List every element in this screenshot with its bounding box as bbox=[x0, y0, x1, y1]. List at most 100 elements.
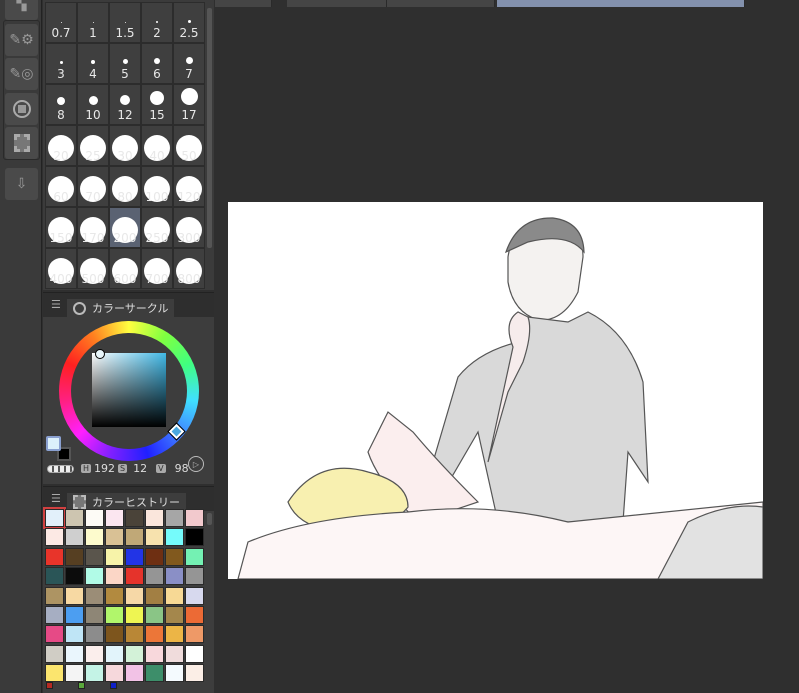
brush-size-600[interactable]: 600 bbox=[109, 248, 141, 289]
brush-size-200[interactable]: 200 bbox=[109, 207, 141, 248]
color-swatch[interactable] bbox=[105, 547, 124, 566]
brush-size-12[interactable]: 12 bbox=[109, 84, 141, 125]
brush-size-30[interactable]: 30 bbox=[109, 125, 141, 166]
brush-size-300[interactable]: 300 bbox=[173, 207, 205, 248]
brush-size-17[interactable]: 17 bbox=[173, 84, 205, 125]
color-swatch[interactable] bbox=[165, 664, 184, 683]
brush-size-6[interactable]: 6 bbox=[141, 43, 173, 84]
color-swatch[interactable] bbox=[145, 586, 164, 605]
color-swatch[interactable] bbox=[165, 606, 184, 624]
color-swatch[interactable] bbox=[185, 664, 204, 683]
brush-size-3[interactable]: 3 bbox=[45, 43, 77, 84]
brush-size-7[interactable]: 7 bbox=[173, 43, 205, 84]
color-swatch[interactable] bbox=[65, 509, 84, 527]
color-swatch[interactable] bbox=[185, 606, 204, 624]
color-swatch[interactable] bbox=[145, 528, 164, 547]
color-swatch[interactable] bbox=[65, 644, 84, 663]
document-tab[interactable] bbox=[215, 0, 272, 7]
color-swatch[interactable] bbox=[85, 509, 104, 527]
color-swatch[interactable] bbox=[45, 547, 64, 566]
color-circle-button[interactable] bbox=[5, 93, 38, 125]
color-swatch[interactable] bbox=[45, 567, 64, 586]
brush-size-1[interactable]: 1 bbox=[77, 2, 109, 43]
color-swatch[interactable] bbox=[165, 547, 184, 566]
color-swatch[interactable] bbox=[65, 625, 84, 644]
brush-size-70[interactable]: 70 bbox=[77, 166, 109, 207]
brush-size-40[interactable]: 40 bbox=[141, 125, 173, 166]
color-swatch[interactable] bbox=[45, 606, 64, 624]
play-icon[interactable]: ▷ bbox=[188, 456, 204, 472]
color-swatch[interactable] bbox=[85, 586, 104, 605]
tab-color-circle[interactable]: カラーサークル bbox=[67, 299, 175, 317]
color-swatch[interactable] bbox=[65, 606, 84, 624]
panel-menu-icon[interactable]: ☰ bbox=[51, 298, 61, 311]
brush-size-80[interactable]: 80 bbox=[109, 166, 141, 207]
color-swatch[interactable] bbox=[105, 625, 124, 644]
color-swatch[interactable] bbox=[165, 644, 184, 663]
color-swatch[interactable] bbox=[185, 528, 204, 547]
color-swatch[interactable] bbox=[125, 528, 144, 547]
color-swatch[interactable] bbox=[105, 586, 124, 605]
panel-menu-icon[interactable]: ☰ bbox=[51, 492, 61, 505]
brush-size-170[interactable]: 170 bbox=[77, 207, 109, 248]
scrollbar[interactable] bbox=[207, 513, 212, 525]
color-swatch[interactable] bbox=[185, 547, 204, 566]
main-color-swatch[interactable] bbox=[46, 436, 61, 451]
color-swatch[interactable] bbox=[145, 547, 164, 566]
brush-size-25[interactable]: 25 bbox=[77, 125, 109, 166]
color-swatch[interactable] bbox=[185, 625, 204, 644]
color-swatch[interactable] bbox=[45, 664, 64, 683]
sub-tool-detail-button[interactable]: ✎◎ bbox=[5, 58, 38, 90]
brush-size-150[interactable]: 150 bbox=[45, 207, 77, 248]
brush-size-2[interactable]: 2 bbox=[141, 2, 173, 43]
recent-color-chip[interactable] bbox=[46, 682, 53, 689]
color-swatch[interactable] bbox=[125, 664, 144, 683]
brush-size-20[interactable]: 20 bbox=[45, 125, 77, 166]
brush-size-2.5[interactable]: 2.5 bbox=[173, 2, 205, 43]
color-swatch[interactable] bbox=[185, 644, 204, 663]
color-swatch[interactable] bbox=[45, 586, 64, 605]
color-swatch[interactable] bbox=[105, 509, 124, 527]
color-swatch[interactable] bbox=[165, 586, 184, 605]
brush-size-1.5[interactable]: 1.5 bbox=[109, 2, 141, 43]
color-swatch[interactable] bbox=[45, 644, 64, 663]
color-swatch[interactable] bbox=[165, 625, 184, 644]
brush-size-50[interactable]: 50 bbox=[173, 125, 205, 166]
import-material-button[interactable]: ⇩ bbox=[5, 168, 38, 200]
sv-cursor[interactable] bbox=[95, 349, 105, 359]
document-tab[interactable] bbox=[387, 0, 495, 7]
color-swatch[interactable] bbox=[125, 547, 144, 566]
brush-size-10[interactable]: 10 bbox=[77, 84, 109, 125]
recent-color-chip[interactable] bbox=[78, 682, 85, 689]
color-swatch[interactable] bbox=[65, 664, 84, 683]
color-swatch[interactable] bbox=[165, 528, 184, 547]
color-swatch[interactable] bbox=[125, 606, 144, 624]
color-swatch[interactable] bbox=[65, 528, 84, 547]
document-tab-active[interactable] bbox=[497, 0, 745, 7]
color-swatch[interactable] bbox=[85, 547, 104, 566]
saturation-value-square[interactable] bbox=[92, 353, 166, 427]
animation-timeline-button[interactable] bbox=[5, 127, 38, 159]
color-swatch[interactable] bbox=[105, 664, 124, 683]
color-swatch[interactable] bbox=[125, 625, 144, 644]
color-swatch[interactable] bbox=[145, 625, 164, 644]
drawing-canvas[interactable] bbox=[228, 202, 764, 580]
color-swatch[interactable] bbox=[185, 586, 204, 605]
color-swatch[interactable] bbox=[125, 644, 144, 663]
brush-size-15[interactable]: 15 bbox=[141, 84, 173, 125]
transparent-color-toggle[interactable] bbox=[47, 465, 74, 473]
brush-size-800[interactable]: 800 bbox=[173, 248, 205, 289]
brush-size-700[interactable]: 700 bbox=[141, 248, 173, 289]
color-swatch[interactable] bbox=[145, 664, 164, 683]
document-tab[interactable] bbox=[287, 0, 387, 7]
layer-property-button[interactable]: ▚ bbox=[5, 0, 38, 20]
color-swatch[interactable] bbox=[145, 644, 164, 663]
color-swatch[interactable] bbox=[105, 606, 124, 624]
color-swatch[interactable] bbox=[185, 509, 204, 527]
color-swatch[interactable] bbox=[145, 606, 164, 624]
color-swatch[interactable] bbox=[125, 509, 144, 527]
brush-size-120[interactable]: 120 bbox=[173, 166, 205, 207]
color-swatch[interactable] bbox=[85, 644, 104, 663]
color-swatch[interactable] bbox=[145, 509, 164, 527]
sub-tool-settings-button[interactable]: ✎⚙ bbox=[5, 24, 38, 56]
